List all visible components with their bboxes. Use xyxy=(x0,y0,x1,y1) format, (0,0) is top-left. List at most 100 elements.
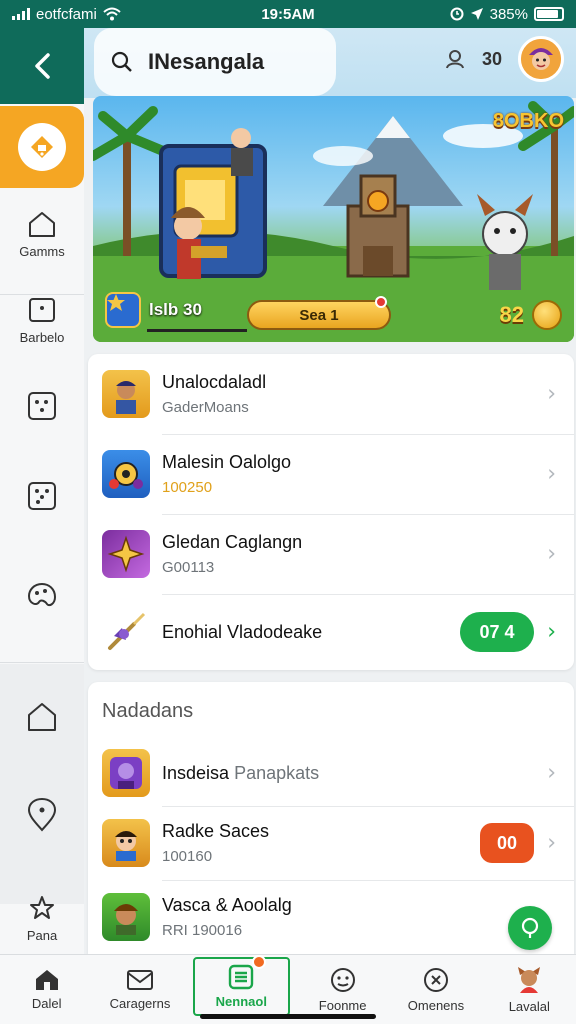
list-icon xyxy=(229,964,254,990)
list-item[interactable]: Unalocdaladl GaderMoans › xyxy=(88,354,574,434)
location-pin-icon xyxy=(27,797,57,832)
sidebar-item-palette[interactable] xyxy=(0,580,84,614)
close-circle-icon xyxy=(423,968,448,992)
star-icon xyxy=(30,896,54,919)
list-item[interactable]: Malesin Oalolgo 100250 › xyxy=(88,434,574,514)
season-button-label: Sea 1 xyxy=(299,306,339,324)
season-button[interactable]: Sea 1 xyxy=(247,296,391,330)
tab-label: Omenens xyxy=(407,998,465,1013)
section-card: Nadadans Insdeisa Panapkats › Radke Sace… xyxy=(88,682,574,954)
tab-profile[interactable]: Lavalal xyxy=(483,955,576,1024)
tab-label: Dalel xyxy=(31,996,62,1011)
play-button[interactable]: 07 4 xyxy=(460,612,534,652)
notification-dot xyxy=(375,296,387,308)
list-item-title: Vasca & Aoolalg xyxy=(162,895,292,915)
user-icon[interactable] xyxy=(444,48,466,70)
coin-count: 82 xyxy=(499,302,524,327)
status-bar: eotfcfami 19:5AM 385% xyxy=(0,0,576,28)
game-thumbnail-icon xyxy=(102,450,150,498)
character-icon xyxy=(518,967,541,993)
list-item[interactable]: Radke Saces 100160 00 › xyxy=(88,806,574,880)
game-thumbnail-icon xyxy=(102,530,150,578)
notification-badge xyxy=(251,955,266,969)
back-button[interactable] xyxy=(0,28,84,104)
level-indicator: lslb 30 xyxy=(105,292,247,332)
header-count: 30 xyxy=(481,48,502,69)
game-thumbnail-icon xyxy=(102,819,150,867)
tab-label: Nennaol xyxy=(215,994,267,1009)
battery-icon xyxy=(534,7,564,21)
box-icon xyxy=(29,298,55,322)
tab-label: Lavalal xyxy=(508,999,550,1014)
game-thumbnail-icon xyxy=(102,893,150,941)
face-icon xyxy=(330,968,355,992)
list-item-title: Radke Saces xyxy=(162,821,270,841)
chevron-right-icon: › xyxy=(547,619,556,645)
mail-icon xyxy=(126,970,153,990)
action-button[interactable]: 00 xyxy=(480,823,534,863)
sidebar-item-dice-1[interactable] xyxy=(0,390,84,422)
character-avatar-icon xyxy=(521,39,561,79)
gold-badge-icon xyxy=(18,123,66,171)
list-item-title: Malesin Oalolgo xyxy=(162,452,292,472)
sidebar-item-dice-2[interactable] xyxy=(0,480,84,512)
sidebar-item-house[interactable] xyxy=(0,700,84,734)
sidebar-item-pana[interactable]: Pana xyxy=(0,894,84,943)
chevron-right-icon: › xyxy=(547,760,556,786)
game-thumbnail-icon xyxy=(102,749,150,797)
battery-percent: 385% xyxy=(489,5,528,23)
sidebar-item-label: Pana xyxy=(26,928,58,943)
signal-icon xyxy=(12,8,30,20)
sword-icon xyxy=(102,608,150,656)
avatar[interactable] xyxy=(518,36,564,82)
palette-icon xyxy=(27,582,57,607)
sidebar-item-label: Gamms xyxy=(19,244,65,259)
dice-icon xyxy=(28,482,56,510)
sidebar-item-location[interactable] xyxy=(0,796,84,834)
page-title: INesangala xyxy=(148,49,265,74)
chevron-right-icon: › xyxy=(547,541,556,567)
list-item-subtitle: 100160 xyxy=(162,848,213,865)
list-item[interactable]: Insdeisa Panapkats › xyxy=(88,740,574,806)
list-item[interactable]: Gledan Caglangn G00113 › xyxy=(88,514,574,594)
top-header: INesangala 30 xyxy=(84,28,576,98)
tab-messages[interactable]: Caragerns xyxy=(93,955,186,1024)
action-button-label: 00 xyxy=(496,832,518,853)
list-item-subtitle: RRI 190016 xyxy=(162,922,243,939)
list-item-subtitle: 100250 xyxy=(162,479,213,496)
search-icon xyxy=(111,51,132,72)
home-icon xyxy=(29,212,55,237)
level-text: lslb 30 xyxy=(149,300,202,319)
chevron-right-icon: › xyxy=(547,461,556,487)
home-icon xyxy=(35,970,58,990)
sidebar-item-featured[interactable] xyxy=(0,106,84,188)
search-bar[interactable]: INesangala xyxy=(94,28,336,96)
list-item-title-suffix: Panapkats xyxy=(234,762,320,783)
tab-label: Caragerns xyxy=(109,996,171,1011)
list-item[interactable]: Enohial Vladodeake 07 4 › xyxy=(88,594,574,670)
featured-game-banner[interactable]: 8OBKO lslb 30 Sea 1 82 xyxy=(93,96,574,342)
alarm-icon xyxy=(450,7,464,21)
home-indicator xyxy=(200,1014,376,1019)
list-item-title: Enohial Vladodeake xyxy=(162,621,323,642)
coin-icon xyxy=(532,300,562,330)
chat-fab-button[interactable] xyxy=(508,906,552,950)
banner-logo: 8OBKO xyxy=(492,110,564,132)
list-item-title: Insdeisa xyxy=(162,762,230,783)
chevron-left-icon xyxy=(35,53,50,79)
games-list-card: Unalocdaladl GaderMoans › Malesin Oalolg… xyxy=(88,354,574,670)
sidebar-item-games[interactable]: Gamms xyxy=(0,210,84,259)
tab-home[interactable]: Dalel xyxy=(0,955,93,1024)
sidebar-item-barbelo[interactable]: Barbelo xyxy=(0,296,84,345)
chevron-right-icon: › xyxy=(547,381,556,407)
house-outline-icon xyxy=(28,703,56,731)
list-item[interactable]: Vasca & Aoolalg RRI 190016 xyxy=(88,880,574,954)
tab-active[interactable]: Nennaol xyxy=(192,955,290,1016)
list-item-subtitle: GaderMoans xyxy=(162,399,249,416)
location-arrow-icon xyxy=(470,8,483,20)
star-badge-icon xyxy=(105,292,141,328)
tab-options[interactable]: Omenens xyxy=(389,955,482,1024)
wifi-icon xyxy=(103,7,121,21)
chevron-right-icon: › xyxy=(547,830,556,856)
list-item-title: Unalocdaladl xyxy=(162,372,267,392)
